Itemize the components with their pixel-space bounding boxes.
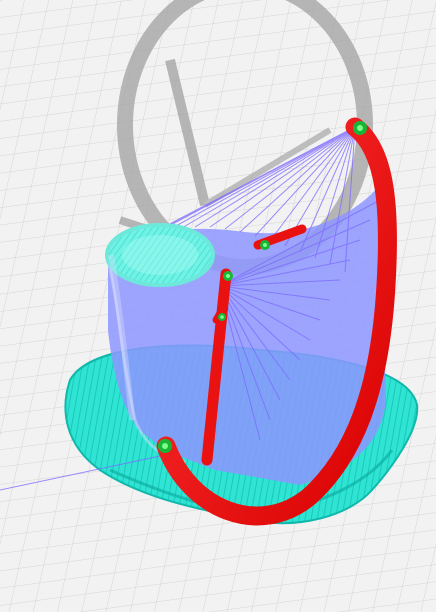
seam-marker-icon (260, 240, 270, 250)
3d-slicer-preview-viewport[interactable] (0, 0, 436, 612)
seam-marker-icon (353, 121, 367, 135)
preview-scene[interactable] (0, 0, 436, 612)
seam-marker-icon (158, 439, 172, 453)
seam-marker-icon (223, 271, 233, 281)
seam-marker-icon (218, 313, 226, 321)
